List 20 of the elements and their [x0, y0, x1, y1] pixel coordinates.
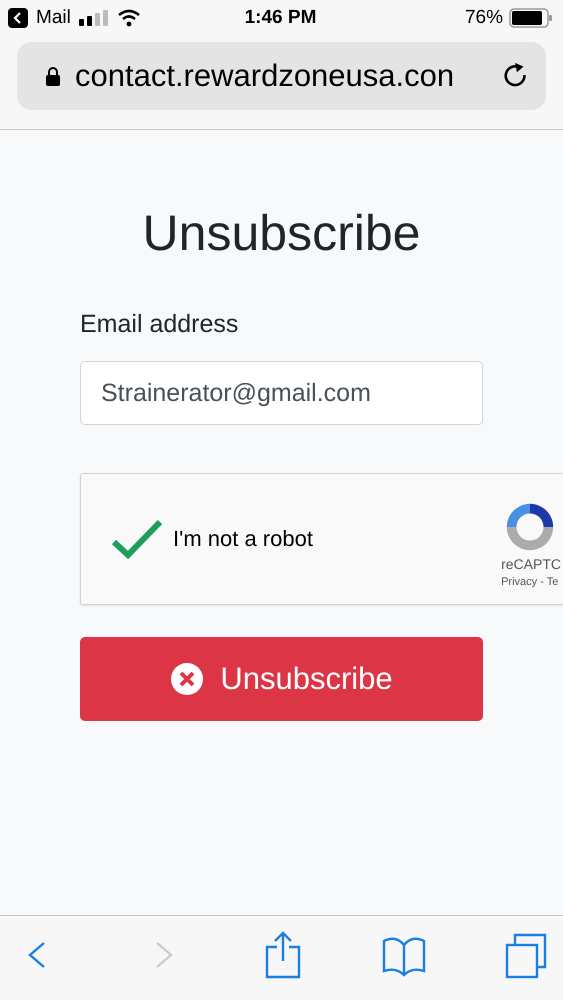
page-title: Unsubscribe — [142, 204, 420, 262]
battery-percent: 76% — [464, 7, 503, 29]
unsubscribe-button[interactable]: Unsubscribe — [80, 637, 483, 721]
address-bar[interactable]: contact.rewardzoneusa.con — [17, 42, 546, 110]
back-icon[interactable] — [8, 8, 28, 28]
recaptcha-brand: reCAPTC — [501, 556, 561, 572]
url-text: contact.rewardzoneusa.con — [75, 58, 456, 94]
privacy-terms-links[interactable]: Privacy - Te — [501, 576, 558, 588]
clock: 1:46 PM — [244, 7, 316, 29]
field-label: Email address — [80, 310, 240, 339]
checkmark-icon[interactable] — [111, 518, 163, 560]
lock-icon — [45, 66, 61, 86]
wifi-icon — [116, 9, 141, 27]
email-field[interactable]: Strainerator@gmail.com — [80, 361, 483, 425]
battery-icon — [509, 8, 553, 28]
back-app-label[interactable]: Mail — [36, 7, 71, 29]
signal-icon — [78, 10, 109, 26]
tabs-icon[interactable] — [503, 931, 547, 979]
captcha-label: I'm not a robot — [173, 526, 314, 552]
close-circle-icon — [170, 662, 204, 696]
